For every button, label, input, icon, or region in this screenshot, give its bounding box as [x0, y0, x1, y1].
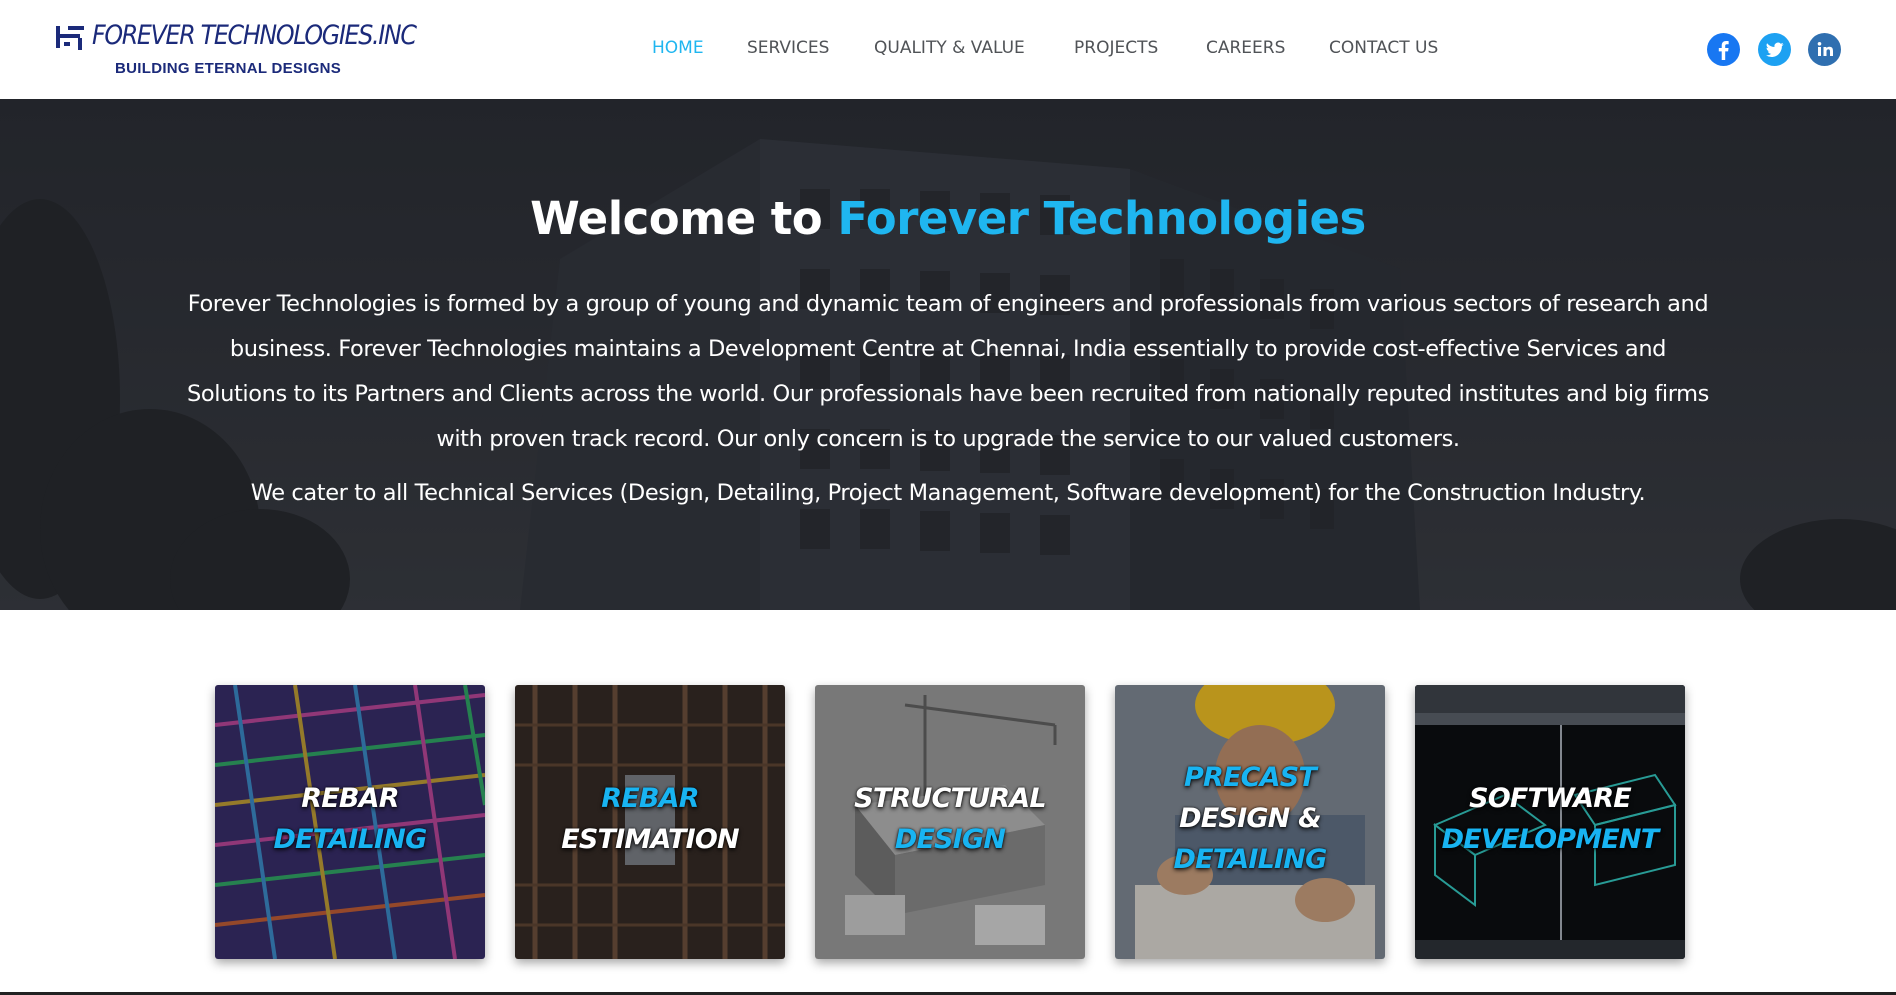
logo-title: FOREVER TECHNOLOGIES.INC	[92, 20, 417, 51]
linkedin-icon[interactable]	[1808, 33, 1841, 66]
card-label: REBAR DETAILING	[215, 778, 485, 860]
hero-title: Welcome to Forever Technologies	[0, 192, 1896, 245]
logo[interactable]: FOREVER TECHNOLOGIES.INC BUILDING ETERNA…	[52, 18, 417, 84]
card-rebar-estimation[interactable]: REBAR ESTIMATION	[515, 685, 785, 959]
nav-careers[interactable]: CAREERS	[1206, 38, 1285, 58]
card-title-line: DETAILING	[1173, 844, 1328, 875]
card-title-line: STRUCTURAL	[854, 783, 1046, 814]
card-label: PRECAST DESIGN & DETAILING	[1115, 757, 1385, 880]
nav-home[interactable]: HOME	[652, 38, 704, 58]
card-precast-design-detailing[interactable]: PRECAST DESIGN & DETAILING	[1115, 685, 1385, 959]
card-title-line: DESIGN &	[1179, 803, 1321, 834]
hero-description-services: We cater to all Technical Services (Desi…	[250, 480, 1646, 506]
card-title-line: ESTIMATION	[561, 824, 739, 855]
card-title-line: SOFTWARE	[1469, 783, 1632, 814]
card-label: REBAR ESTIMATION	[515, 778, 785, 860]
card-structural-design[interactable]: STRUCTURAL DESIGN	[815, 685, 1085, 959]
card-title-line: DEVELOPMENT	[1441, 824, 1660, 855]
facebook-icon[interactable]	[1707, 33, 1740, 66]
site-header: FOREVER TECHNOLOGIES.INC BUILDING ETERNA…	[0, 0, 1896, 99]
service-cards: REBAR DETAILING REBAR ESTIMATION STRUCTU…	[0, 685, 1896, 960]
nav-projects[interactable]: PROJECTS	[1074, 38, 1158, 58]
hero-title-prefix: Welcome to	[530, 192, 838, 245]
hero-banner: Welcome to Forever Technologies Forever …	[0, 99, 1896, 610]
nav-quality-value[interactable]: QUALITY & VALUE	[874, 38, 1025, 58]
logo-mark-icon	[56, 26, 84, 50]
card-label: STRUCTURAL DESIGN	[815, 778, 1085, 860]
card-rebar-detailing[interactable]: REBAR DETAILING	[215, 685, 485, 959]
nav-contact-us[interactable]: CONTACT US	[1329, 38, 1438, 58]
hero-description: Forever Technologies is formed by a grou…	[186, 291, 1710, 452]
card-label: SOFTWARE DEVELOPMENT	[1415, 778, 1685, 860]
card-title-line: DESIGN	[894, 824, 1006, 855]
twitter-icon[interactable]	[1758, 33, 1791, 66]
card-title-line: PRECAST	[1184, 762, 1317, 793]
card-title-line: REBAR	[601, 783, 699, 814]
nav-services[interactable]: SERVICES	[747, 38, 829, 58]
card-title-line: DETAILING	[273, 824, 428, 855]
card-title-line: REBAR	[301, 783, 399, 814]
hero-title-accent: Forever Technologies	[837, 192, 1366, 245]
card-software-development[interactable]: SOFTWARE DEVELOPMENT	[1415, 685, 1685, 959]
logo-tagline: BUILDING ETERNAL DESIGNS	[115, 60, 342, 77]
